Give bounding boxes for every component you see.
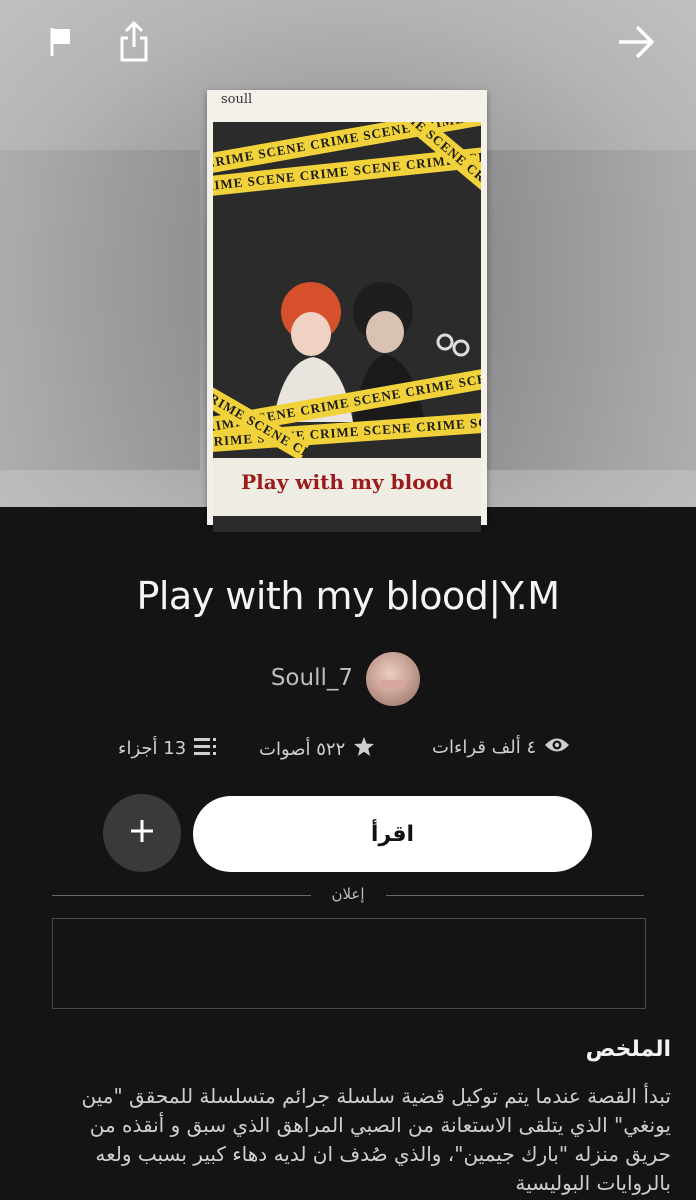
story-title: Play with my blood|Y.M [136,574,560,618]
divider [52,895,311,896]
backdrop-blur-left [0,150,200,470]
parts-count: 13 أجزاء [118,738,187,759]
arrow-right-icon[interactable] [614,20,658,64]
read-button[interactable]: اقرأ [193,796,592,872]
author-name[interactable]: Soull_7 [271,665,353,691]
story-stats: ٤ ألف قراءات ٥٢٢ أصوات 13 أجزاء [0,733,696,767]
divider [386,895,644,896]
summary-heading: الملخص [585,1037,671,1062]
share-icon[interactable] [112,20,156,64]
votes-stat: ٥٢٢ أصوات [259,736,375,762]
author-row[interactable]: Soull_7 [0,648,696,708]
summary-text: تبدأ القصة عندما يتم توكيل قضية سلسلة جر… [81,1084,671,1195]
star-icon [353,736,375,762]
flag-icon[interactable] [38,20,82,64]
plus-icon [129,818,155,848]
cover-tag: soull [221,92,253,107]
reads-stat: ٤ ألف قراءات [432,736,570,759]
reads-count: ٤ ألف قراءات [432,737,537,758]
eye-icon [544,736,570,759]
votes-count: ٥٢٢ أصوات [259,738,346,760]
parts-stat: 13 أجزاء [118,736,218,761]
avatar[interactable] [366,652,420,706]
ad-slot[interactable] [52,918,646,1009]
backdrop-blur-right [486,150,696,470]
story-cover[interactable]: soull CRIME SCENE CRIME SCENE CRIME SCEN… [207,90,487,532]
ad-label: إعلان [331,885,365,903]
list-icon [194,736,218,761]
cover-caption: Play with my blood [241,470,453,494]
add-to-library-button[interactable] [103,794,181,872]
